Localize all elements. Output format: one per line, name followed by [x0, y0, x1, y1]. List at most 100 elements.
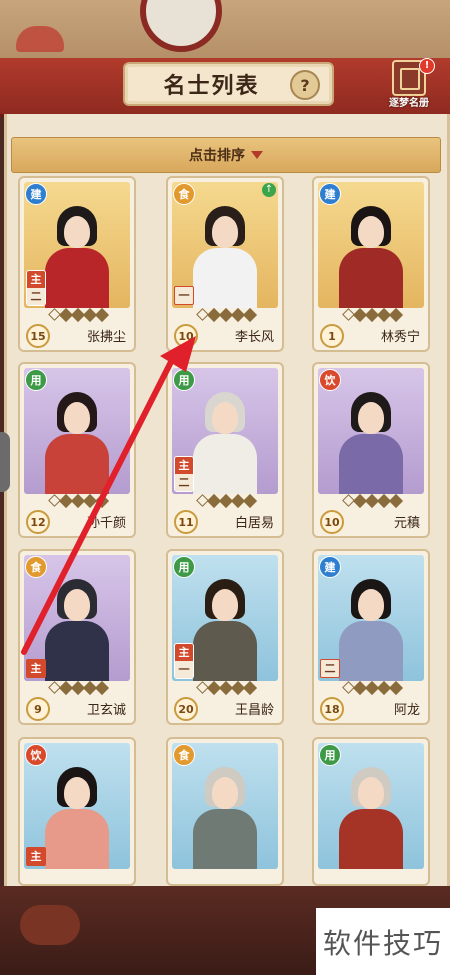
portrait-figure — [37, 384, 117, 494]
category-badge: 食 — [173, 744, 195, 766]
bottom-decoration — [20, 905, 80, 945]
role-secondary: 二 — [27, 288, 45, 305]
category-badge: 用 — [173, 369, 195, 391]
title-plate: 名士列表 ? — [123, 62, 334, 106]
level-badge: 10 — [320, 510, 344, 534]
role-secondary: 二 — [175, 474, 193, 491]
role-secondary: 一 — [175, 661, 193, 678]
sort-label: 点击排序 — [189, 148, 245, 164]
level-badge: 20 — [174, 697, 198, 721]
star-rating — [342, 493, 404, 509]
page-title: 名士列表 — [163, 74, 260, 99]
star-icon — [242, 307, 258, 323]
scholar-card[interactable]: 用 主 一 20 王昌龄 — [166, 549, 284, 725]
scholar-card[interactable]: 建二 18 阿龙 — [312, 549, 430, 725]
scholar-card[interactable]: 饮主 — [18, 737, 136, 886]
category-badge: 用 — [319, 744, 341, 766]
level-badge: 10 — [174, 324, 198, 348]
scholar-card[interactable]: 饮 10 元稹 — [312, 362, 430, 538]
portrait-figure — [37, 198, 117, 308]
roster-book-label: 逐梦名册 — [389, 98, 429, 109]
category-badge: 食 — [25, 556, 47, 578]
category-badge: 建 — [319, 556, 341, 578]
star-rating — [196, 493, 258, 509]
level-badge: 15 — [26, 324, 50, 348]
role-badge: 一 — [174, 286, 194, 305]
side-drawer-handle[interactable] — [0, 432, 10, 492]
star-icon — [94, 680, 110, 696]
scholar-card[interactable]: 建 主 二 15 张拂尘 — [18, 176, 136, 352]
scholar-card[interactable]: 用 — [312, 737, 430, 886]
scholar-card[interactable]: 用 12 孙千颜 — [18, 362, 136, 538]
portrait-figure — [331, 198, 411, 308]
portrait-figure — [185, 571, 265, 681]
star-icon — [94, 493, 110, 509]
star-rating — [342, 680, 404, 696]
star-rating — [196, 307, 258, 323]
portrait-figure — [331, 759, 411, 869]
role-badge: 二 — [320, 659, 340, 678]
scholar-name: 林秀宁 — [380, 330, 420, 345]
role-primary: 主 — [175, 457, 193, 474]
scholar-card[interactable]: 食主 9 卫玄诚 — [18, 549, 136, 725]
star-icon — [388, 493, 404, 509]
top-background — [0, 0, 450, 60]
scholar-name: 孙千颜 — [86, 516, 126, 531]
star-rating — [48, 307, 110, 323]
category-badge: 饮 — [25, 744, 47, 766]
flower-decoration — [16, 26, 64, 52]
category-badge: 饮 — [319, 369, 341, 391]
help-button[interactable]: ? — [290, 70, 320, 100]
portrait-figure — [37, 571, 117, 681]
watermark: 软件技巧 — [316, 908, 450, 975]
portrait-figure — [185, 384, 265, 494]
scholar-name: 元稹 — [393, 516, 420, 531]
scholar-card[interactable]: 用 主 二 11 白居易 — [166, 362, 284, 538]
star-icon — [388, 307, 404, 323]
category-badge: 食 — [173, 183, 195, 205]
category-badge: 用 — [25, 369, 47, 391]
star-icon — [94, 307, 110, 323]
star-rating — [342, 307, 404, 323]
scholar-name: 阿龙 — [393, 703, 420, 718]
role-primary: 主 — [27, 271, 45, 288]
star-rating — [196, 680, 258, 696]
scholar-card[interactable]: 食 ↑ 一 10 李长风 — [166, 176, 284, 352]
role-badge: 主 一 — [174, 643, 194, 679]
scholar-card[interactable]: 食 — [166, 737, 284, 886]
star-rating — [48, 493, 110, 509]
star-icon — [242, 493, 258, 509]
level-badge: 9 — [26, 697, 50, 721]
portrait-figure — [331, 571, 411, 681]
scholar-name: 李长风 — [234, 330, 274, 345]
star-icon — [388, 680, 404, 696]
category-badge: 建 — [25, 183, 47, 205]
role-badge: 主 二 — [26, 270, 46, 306]
scholar-name: 卫玄诚 — [86, 703, 126, 718]
porcelain-dish-decoration — [140, 0, 222, 52]
role-badge: 主 二 — [174, 456, 194, 492]
scholar-name: 张拂尘 — [86, 330, 126, 345]
level-badge: 12 — [26, 510, 50, 534]
scholar-name: 白居易 — [234, 516, 274, 531]
sort-button[interactable]: 点击排序 — [11, 137, 441, 173]
level-badge: 1 — [320, 324, 344, 348]
portrait-figure — [185, 198, 265, 308]
role-primary: 主 — [175, 644, 193, 661]
dropdown-triangle-icon — [251, 151, 263, 159]
alert-badge: ! — [419, 58, 435, 74]
upgrade-arrow-icon: ↑ — [262, 183, 276, 197]
roster-book-button[interactable]: ! 逐梦名册 — [378, 58, 440, 112]
star-rating — [48, 680, 110, 696]
role-badge: 主 — [26, 847, 46, 866]
level-badge: 18 — [320, 697, 344, 721]
role-badge: 主 — [26, 659, 46, 678]
portrait-figure — [185, 759, 265, 869]
category-badge: 用 — [173, 556, 195, 578]
category-badge: 建 — [319, 183, 341, 205]
portrait-figure — [37, 759, 117, 869]
scholar-name: 王昌龄 — [234, 703, 274, 718]
scholar-card[interactable]: 建 1 林秀宁 — [312, 176, 430, 352]
portrait-figure — [331, 384, 411, 494]
star-icon — [242, 680, 258, 696]
